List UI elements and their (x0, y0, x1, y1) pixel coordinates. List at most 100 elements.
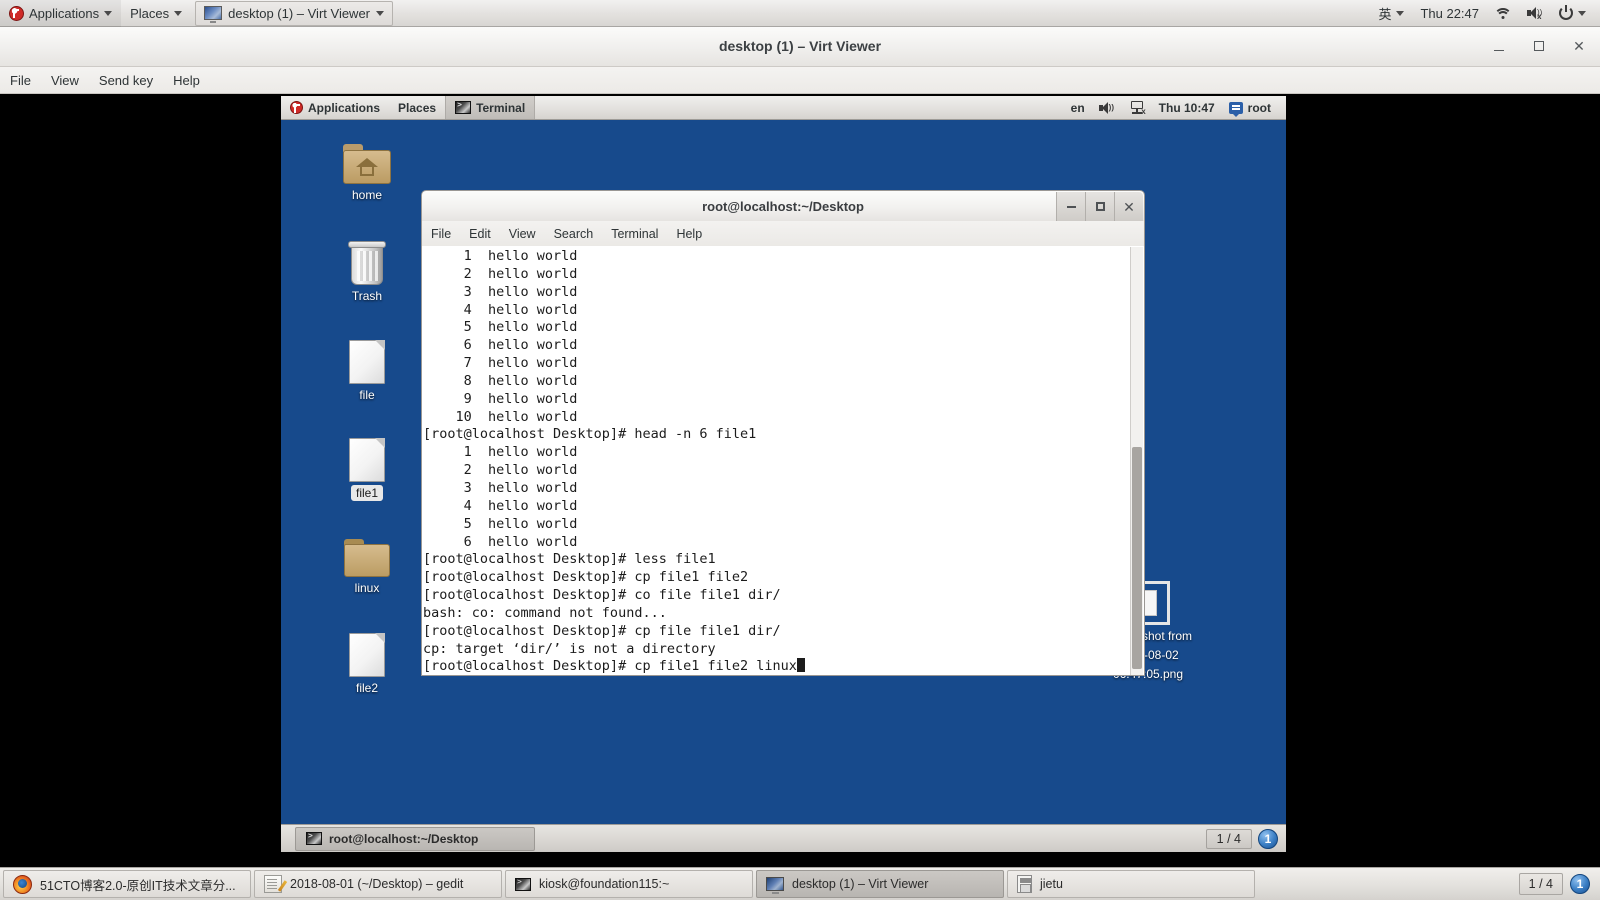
host-workspace-badge[interactable]: 1 (1570, 874, 1590, 894)
guest-applications-menu[interactable]: Applications (281, 96, 389, 119)
terminal-line: bash: co: command not found... (423, 604, 667, 621)
input-method-indicator[interactable]: 英 (1370, 0, 1412, 27)
terminal-minimize-button[interactable] (1056, 192, 1085, 221)
desktop-icon-trash[interactable]: Trash (324, 241, 410, 304)
guest-network-indicator[interactable]: x (1122, 96, 1152, 119)
wifi-indicator[interactable] (1487, 0, 1519, 27)
terminal-line: 2 hello world (423, 265, 578, 282)
host-clock[interactable]: Thu 22:47 (1412, 0, 1487, 27)
taskbar-item-virt-viewer[interactable]: desktop (1) – Virt Viewer (756, 870, 1004, 898)
menu-send-key[interactable]: Send key (89, 67, 163, 94)
virt-viewer-titlebar: desktop (1) – Virt Viewer ✕ (0, 27, 1600, 67)
guest-window-button-terminal[interactable]: Terminal (445, 96, 536, 119)
menu-file[interactable]: File (0, 67, 41, 94)
gedit-icon (264, 875, 282, 893)
power-menu[interactable] (1551, 0, 1594, 27)
keyboard-layout-indicator[interactable]: en (1064, 96, 1092, 119)
volume-indicator[interactable]: )) x (1519, 0, 1551, 27)
guest-taskbar-item-terminal[interactable]: root@localhost:~/Desktop (295, 826, 535, 851)
host-clock-label: Thu 22:47 (1420, 5, 1479, 21)
terminal-window-controls: ✕ (1056, 192, 1143, 221)
terminal-title: root@localhost:~/Desktop (702, 199, 864, 214)
guest-places-label: Places (398, 100, 437, 115)
terminal-scrollbar[interactable] (1130, 247, 1143, 675)
virt-viewer-menubar: File View Send key Help (0, 67, 1600, 94)
guest-workspace-pager[interactable]: 1 / 4 (1205, 828, 1252, 849)
terminal-menu-view[interactable]: View (500, 221, 545, 246)
chevron-down-icon (1578, 10, 1586, 16)
desktop-icon-home[interactable]: home (324, 144, 410, 203)
terminal-titlebar: root@localhost:~/Desktop ✕ (421, 190, 1145, 221)
guest-top-panel: Applications Places Terminal en )) x (281, 96, 1286, 120)
host-bottom-panel: 51CTO博客2.0-原创IT技术文章分... 2018-08-01 (~/De… (0, 867, 1600, 900)
text-file-icon (349, 340, 385, 384)
speaker-icon: )) (1098, 101, 1115, 115)
terminal-line: 4 hello world (423, 301, 578, 318)
host-applications-menu[interactable]: Applications (0, 0, 122, 27)
archive-icon (1017, 875, 1032, 893)
terminal-body[interactable]: 1 hello world 2 hello world 3 hello worl… (421, 246, 1145, 676)
chevron-down-icon (1396, 10, 1405, 16)
host-window-button-virt-viewer[interactable]: desktop (1) – Virt Viewer (195, 0, 394, 26)
guest-window-button-label: Terminal (476, 100, 526, 115)
taskbar-item-label: 51CTO博客2.0-原创IT技术文章分... (40, 878, 236, 893)
menu-view[interactable]: View (41, 67, 89, 94)
minimize-button[interactable] (1488, 35, 1510, 57)
guest-volume-indicator[interactable]: )) (1092, 96, 1122, 119)
fedora-logo-icon (290, 101, 303, 114)
terminal-line: 9 hello world (423, 390, 578, 407)
input-method-label: 英 (1378, 6, 1392, 22)
terminal-line: [root@localhost Desktop]# co file file1 … (423, 587, 781, 604)
speaker-muted-icon: )) x (1527, 6, 1543, 21)
virt-viewer-window-controls: ✕ (1488, 35, 1590, 57)
maximize-button[interactable] (1528, 35, 1550, 57)
desktop-icon-linux[interactable]: linux (324, 539, 410, 596)
terminal-maximize-button[interactable] (1085, 192, 1114, 221)
terminal-line: 2 hello world (423, 462, 578, 479)
guest-desktop: Applications Places Terminal en )) x (281, 96, 1286, 852)
host-applications-label: Applications (29, 5, 100, 21)
chevron-down-icon (376, 10, 385, 16)
guest-tray: en )) x Thu 10:47 root (1064, 96, 1286, 119)
terminal-menu-search[interactable]: Search (545, 221, 603, 246)
terminal-window: root@localhost:~/Desktop ✕ File Edit Vie… (421, 190, 1145, 676)
desktop-icon-label: Trash (351, 289, 383, 303)
terminal-menu-help[interactable]: Help (667, 221, 711, 246)
terminal-line: 4 hello world (423, 497, 578, 514)
taskbar-item-jietu[interactable]: jietu (1007, 870, 1255, 898)
terminal-scrollbar-thumb[interactable] (1132, 447, 1142, 669)
host-workspace-pager[interactable]: 1 / 4 (1518, 873, 1563, 895)
guest-user-menu[interactable]: root (1222, 96, 1278, 119)
menu-help[interactable]: Help (163, 67, 210, 94)
terminal-menu-edit[interactable]: Edit (460, 221, 500, 246)
keyboard-layout-label: en (1070, 100, 1085, 115)
close-button[interactable]: ✕ (1568, 35, 1590, 57)
terminal-menubar: File Edit View Search Terminal Help (421, 221, 1145, 246)
taskbar-item-label: jietu (1040, 877, 1063, 891)
terminal-close-button[interactable]: ✕ (1114, 192, 1143, 221)
guest-applications-label: Applications (308, 100, 381, 115)
monitor-icon (766, 877, 784, 894)
terminal-menu-file[interactable]: File (422, 221, 460, 246)
guest-workspace-badge[interactable]: 1 (1258, 828, 1278, 849)
desktop-icon-file2[interactable]: file2 (324, 633, 410, 696)
terminal-line: 1 hello world (423, 248, 578, 264)
taskbar-item-kiosk-terminal[interactable]: kiosk@foundation115:~ (505, 870, 753, 898)
desktop-icon-file[interactable]: file (324, 340, 410, 403)
home-folder-icon (343, 144, 391, 184)
terminal-line: 5 hello world (423, 319, 578, 336)
guest-clock[interactable]: Thu 10:47 (1152, 96, 1222, 119)
taskbar-item-gedit[interactable]: 2018-08-01 (~/Desktop) – gedit (254, 870, 502, 898)
terminal-line: 3 hello world (423, 283, 578, 300)
host-places-menu[interactable]: Places (121, 0, 191, 27)
terminal-line: 7 hello world (423, 355, 578, 372)
desktop-icon-file1[interactable]: file1 (324, 438, 410, 501)
guest-places-menu[interactable]: Places (389, 96, 445, 119)
terminal-line: 10 hello world (423, 408, 578, 425)
terminal-line: [root@localhost Desktop]# head -n 6 file… (423, 426, 757, 443)
terminal-cursor (796, 658, 805, 673)
terminal-menu-terminal[interactable]: Terminal (602, 221, 667, 246)
terminal-line: 6 hello world (423, 337, 578, 354)
taskbar-item-firefox[interactable]: 51CTO博客2.0-原创IT技术文章分... (3, 870, 251, 898)
terminal-prompt-text: [root@localhost Desktop]# cp file1 file2… (423, 658, 797, 675)
